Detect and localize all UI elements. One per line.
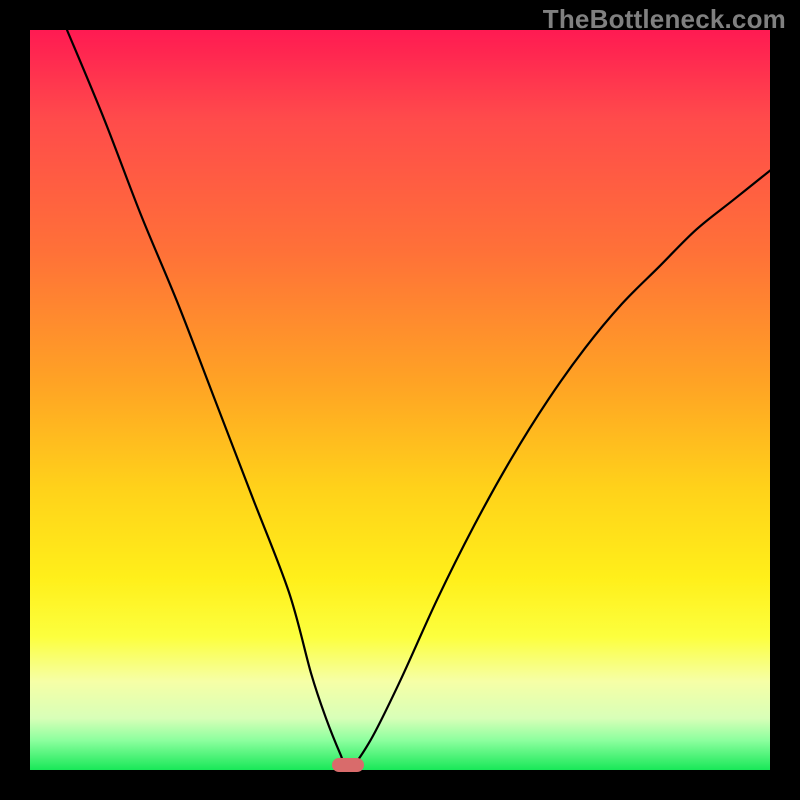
minimum-marker — [332, 758, 364, 772]
curve-svg — [30, 30, 770, 770]
plot-area — [30, 30, 770, 770]
watermark-text: TheBottleneck.com — [543, 4, 786, 35]
chart-frame: TheBottleneck.com — [0, 0, 800, 800]
bottleneck-curve — [67, 30, 770, 770]
